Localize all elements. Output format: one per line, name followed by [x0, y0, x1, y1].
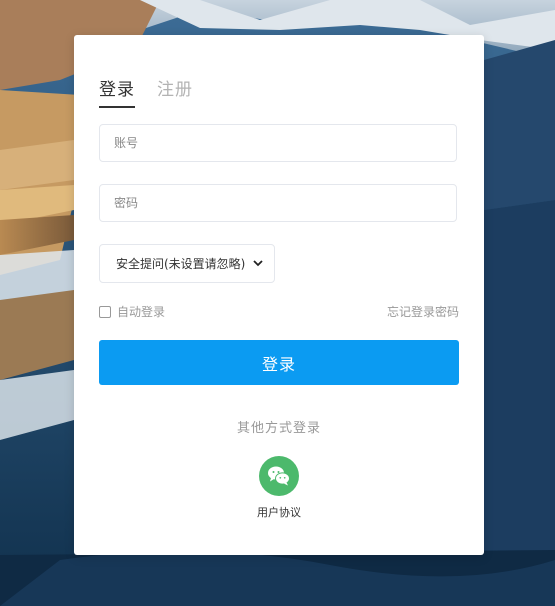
password-input[interactable]	[100, 185, 456, 221]
forgot-password-link[interactable]: 忘记登录密码	[387, 303, 459, 320]
remember-label[interactable]: 自动登录	[117, 303, 165, 320]
wechat-login-button[interactable]	[259, 456, 299, 496]
other-login-methods-label: 其他方式登录	[236, 421, 321, 436]
auth-tabs: 登录 注册	[99, 75, 193, 108]
chevron-down-icon	[252, 258, 264, 270]
security-question-value: 安全提问(未设置请忽略)	[116, 257, 246, 271]
tab-register[interactable]: 注册	[157, 75, 193, 108]
account-field	[99, 124, 457, 162]
login-options-row: 自动登录 忘记登录密码	[99, 303, 459, 320]
remember-checkbox[interactable]	[99, 305, 111, 318]
tab-login[interactable]: 登录	[99, 75, 135, 108]
account-input[interactable]	[100, 125, 456, 161]
login-button[interactable]: 登录	[99, 340, 459, 385]
wechat-icon	[268, 466, 290, 486]
login-card: 登录 注册 安全提问(未设置请忽略) 自动登录 忘记登录密码 登录 其他方式登录	[74, 35, 484, 555]
remember-me: 自动登录	[99, 303, 165, 320]
security-question-select[interactable]: 安全提问(未设置请忽略)	[99, 244, 275, 283]
user-agreement-link[interactable]: 用户协议	[74, 504, 484, 520]
password-field	[99, 184, 457, 222]
